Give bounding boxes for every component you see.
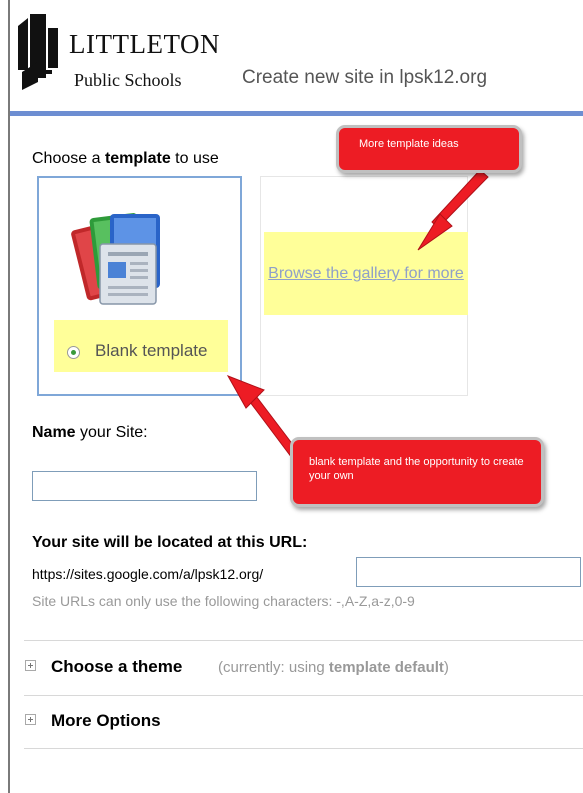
url-heading: Your site will be located at this URL: xyxy=(32,534,308,551)
callout-blank-template: blank template and the opportunity to cr… xyxy=(290,437,544,507)
site-name-input[interactable] xyxy=(32,471,257,501)
theme-note-suffix: ) xyxy=(443,659,449,676)
theme-note-prefix: (currently: using xyxy=(218,659,329,676)
divider-options-top xyxy=(24,695,583,696)
divider-theme-top xyxy=(24,640,583,641)
choose-theme-toggle[interactable]: Choose a theme xyxy=(51,657,182,677)
divider-options-bottom xyxy=(24,748,583,749)
site-url-input[interactable] xyxy=(356,557,581,587)
expand-plus-icon[interactable] xyxy=(25,714,36,725)
name-label-bold: Name xyxy=(32,424,76,441)
callout-more-templates: More template ideas xyxy=(336,125,522,173)
url-hint: Site URLs can only use the following cha… xyxy=(32,593,415,609)
theme-current-note: (currently: using template default) xyxy=(218,659,449,676)
url-prefix: https://sites.google.com/a/lpsk12.org/ xyxy=(32,566,264,582)
more-options-toggle[interactable]: More Options xyxy=(51,711,161,731)
site-name-label: Name your Site: xyxy=(32,424,148,442)
theme-note-bold: template default xyxy=(328,659,444,676)
name-label-rest: your Site: xyxy=(75,424,148,441)
expand-plus-icon[interactable] xyxy=(25,660,36,671)
